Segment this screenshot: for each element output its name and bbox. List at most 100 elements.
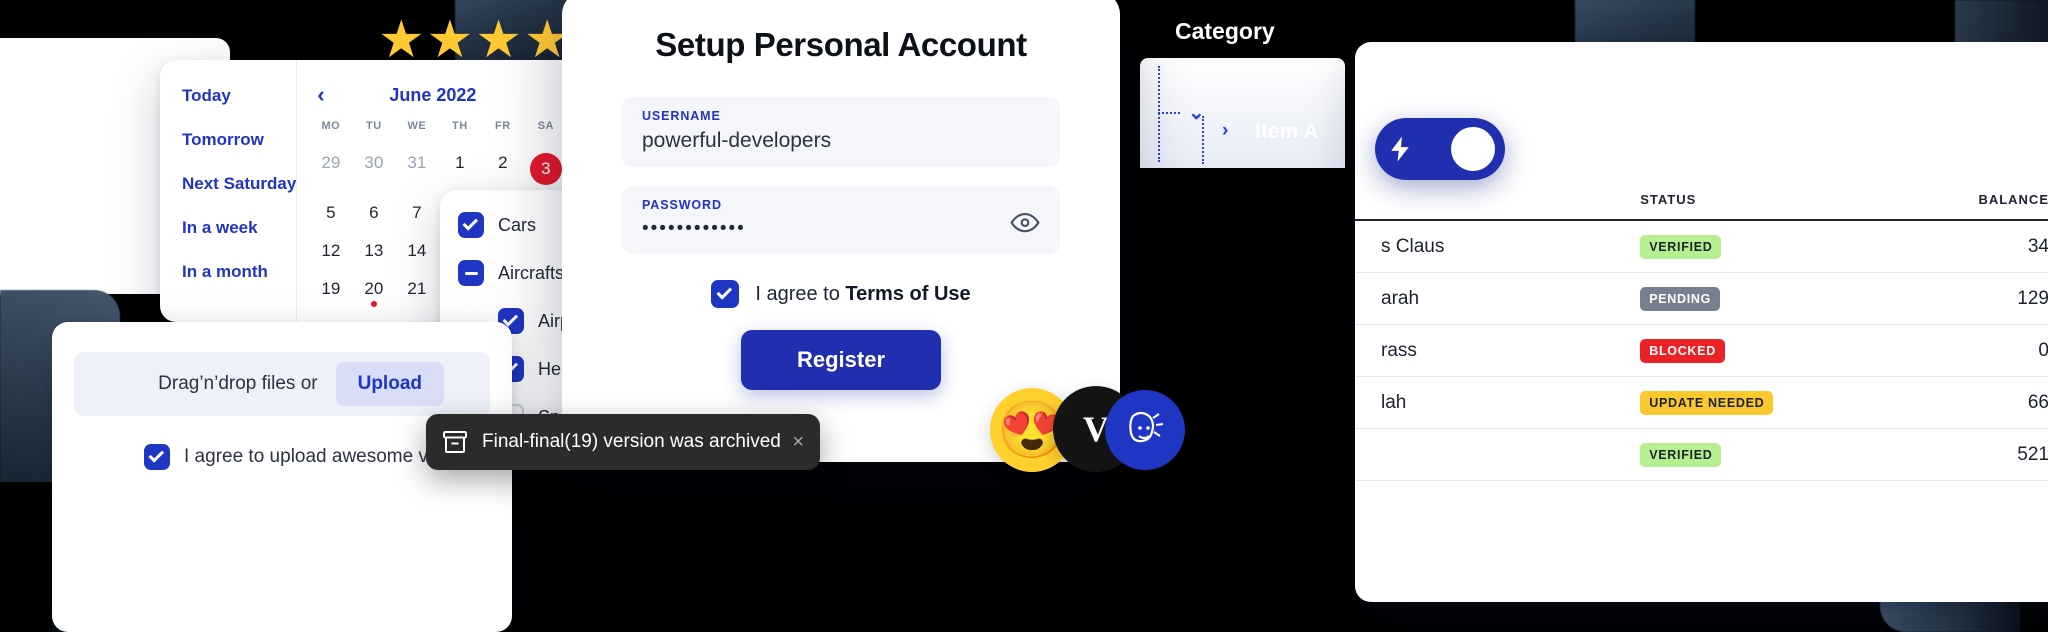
table-header-row: STATUS BALANCE [1355, 192, 2048, 221]
cell-status: VERIFIED [1640, 234, 1869, 259]
toggle-knob[interactable] [1451, 127, 1495, 171]
password-input[interactable]: •••••••••••• [642, 218, 1040, 240]
terms-agreement-row[interactable]: I agree to Terms of Use [622, 280, 1060, 308]
calendar-day-selected[interactable]: 3 [524, 144, 567, 194]
terms-link[interactable]: Terms of Use [845, 283, 970, 305]
calendar-day[interactable]: 12 [309, 232, 352, 270]
cell-balance: 66 [2027, 391, 2048, 413]
category-panel: ⌄ [1140, 58, 1345, 168]
upload-card: Drag’n’drop files or Upload I agree to u… [52, 322, 512, 632]
checkbox-checked-icon[interactable] [144, 444, 170, 470]
calendar-day[interactable]: 7 [395, 194, 438, 232]
cell-balance: 521 [2017, 443, 2048, 465]
cell-name: rass [1381, 339, 1417, 361]
close-icon[interactable]: × [784, 431, 804, 454]
checkbox-indeterminate-icon[interactable] [458, 260, 484, 286]
calendar-day[interactable]: 13 [352, 232, 395, 270]
status-badge: PENDING [1640, 286, 1721, 311]
cell-balance: 0 [2038, 339, 2048, 361]
table-row[interactable]: rass BLOCKED 0 [1355, 325, 2048, 377]
chevron-down-icon[interactable]: ⌄ [1188, 100, 1205, 125]
table-header-status: STATUS [1640, 192, 1697, 207]
cell-name: arah [1381, 287, 1420, 309]
checkbox-checked-icon[interactable] [711, 280, 740, 308]
tree-item-label: Aircrafts [498, 262, 565, 283]
eye-icon[interactable] [1010, 212, 1040, 234]
date-preset-in-a-month[interactable]: In a month [182, 262, 296, 282]
cell-balance: 34 [2027, 235, 2048, 257]
toast-message: Final-final(19) version was archived [482, 431, 781, 452]
chevron-left-icon[interactable]: ‹ [317, 84, 341, 106]
table-row[interactable]: VERIFIED 521 [1355, 429, 2048, 481]
category-item-a[interactable]: Item A [1255, 120, 1318, 144]
archive-box-icon [443, 431, 467, 453]
status-badge: BLOCKED [1640, 338, 1725, 363]
terms-prefix: I agree to [755, 282, 846, 305]
background-black-strip [0, 482, 52, 632]
cell-status: VERIFIED [1640, 442, 1869, 467]
tree-connector-line [1158, 66, 1160, 162]
lightning-bolt-icon [1391, 136, 1409, 162]
password-label: PASSWORD [642, 198, 722, 212]
calendar-day[interactable]: 14 [395, 232, 438, 270]
cell-status: BLOCKED [1640, 338, 1869, 363]
tree-connector-line [1158, 112, 1180, 114]
weekday-label: FR [494, 120, 511, 132]
table-row[interactable]: arah PENDING 129 [1355, 273, 2048, 325]
username-field[interactable]: USERNAME powerful-developers [622, 97, 1060, 167]
lightning-toggle[interactable] [1375, 118, 1505, 180]
checkbox-checked-icon[interactable] [458, 212, 484, 238]
calendar-day[interactable]: 6 [352, 194, 395, 232]
date-preset-tomorrow[interactable]: Tomorrow [182, 130, 296, 150]
status-badge: UPDATE NEEDED [1640, 390, 1774, 415]
star-icon[interactable]: ★ [475, 14, 522, 66]
cell-status: PENDING [1640, 286, 1869, 311]
calendar-day-marked[interactable]: 20 [352, 270, 395, 308]
calendar-day[interactable]: 1 [438, 144, 481, 194]
calendar-day[interactable]: 21 [395, 270, 438, 308]
calendar-day[interactable]: 31 [395, 144, 438, 194]
cell-name: lah [1381, 391, 1407, 413]
status-badge: VERIFIED [1640, 234, 1722, 259]
calendar-day[interactable]: 19 [309, 270, 352, 308]
terms-agreement-label: I agree to Terms of Use [755, 283, 970, 306]
register-button[interactable]: Register [740, 330, 942, 390]
calendar-day[interactable]: 2 [481, 144, 524, 194]
weekday-label: WE [407, 120, 427, 132]
category-title: Category [1175, 18, 1275, 44]
status-badge: VERIFIED [1640, 442, 1722, 467]
table-row[interactable]: s Claus VERIFIED 34 [1355, 221, 2048, 273]
upload-button[interactable]: Upload [335, 362, 444, 406]
face-sketch-icon [1129, 411, 1164, 443]
avatar-face [1105, 390, 1185, 470]
calendar-header: ‹ June 2022 [297, 84, 600, 106]
chevron-right-icon[interactable]: › [1222, 120, 1228, 142]
cell-name: s Claus [1381, 235, 1445, 257]
table-row[interactable]: lah UPDATE NEEDED 66 [1355, 377, 2048, 429]
calendar-day-selected-label: 3 [529, 153, 562, 185]
star-icon[interactable]: ★ [427, 14, 474, 66]
star-icon[interactable]: ★ [378, 14, 425, 66]
cell-balance: 129 [2017, 287, 2048, 309]
toast-notification: Final-final(19) version was archived × [426, 414, 820, 470]
password-field[interactable]: PASSWORD •••••••••••• [622, 186, 1060, 254]
weekday-label: TU [365, 120, 382, 132]
calendar-day[interactable]: 5 [309, 194, 352, 232]
dropzone-label: Drag’n’drop files or [158, 373, 318, 394]
date-preset-today[interactable]: Today [182, 86, 296, 106]
screenshot-root: ★ ★ ★ ★ ★ Today Tomorrow Next Saturday I… [0, 0, 2048, 632]
table-header-balance: BALANCE [1978, 192, 2048, 207]
dropzone[interactable]: Drag’n’drop files or Upload [74, 352, 490, 416]
calendar-day[interactable]: 30 [352, 144, 395, 194]
modal-title: Setup Personal Account [655, 26, 1027, 63]
date-preset-in-a-week[interactable]: In a week [182, 218, 296, 238]
date-preset-next-saturday[interactable]: Next Saturday [182, 174, 296, 194]
weekday-label: SA [537, 120, 554, 132]
date-preset-list: Today Tomorrow Next Saturday In a week I… [160, 60, 298, 322]
cell-status: UPDATE NEEDED [1640, 390, 1869, 415]
username-input[interactable]: powerful-developers [642, 129, 1040, 153]
weekday-label: TH [451, 120, 468, 132]
calendar-month-label: June 2022 [389, 84, 477, 105]
calendar-day[interactable]: 29 [309, 144, 352, 194]
tree-item-label: Cars [498, 214, 537, 235]
